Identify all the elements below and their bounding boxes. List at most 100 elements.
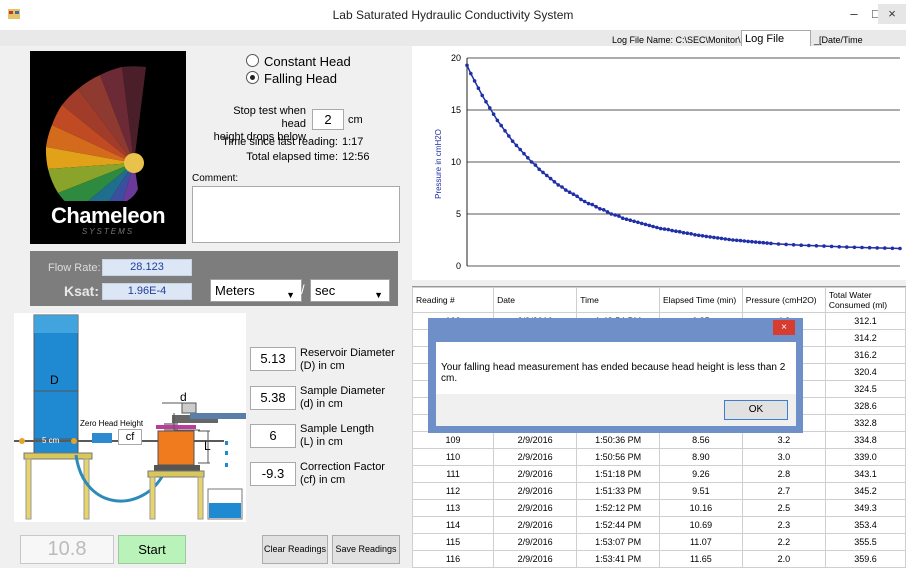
param-label-unit: (D) in cm bbox=[300, 360, 345, 372]
table-cell: 9.51 bbox=[658, 482, 743, 500]
sample-length-label-text: Sample Length (L) in cm bbox=[300, 423, 374, 449]
table-row[interactable]: 115 2/9/2016 1:53:07 PM 11.07 2.2 355.5 bbox=[411, 533, 906, 551]
chevron-down-icon: ▼ bbox=[374, 290, 383, 300]
unit-slash: / bbox=[301, 282, 305, 297]
table-row[interactable]: 110 2/9/2016 1:50:56 PM 8.90 3.0 339.0 bbox=[411, 448, 906, 466]
data-point bbox=[867, 245, 872, 250]
column-header[interactable]: Time bbox=[576, 287, 660, 313]
sample-d-label: d bbox=[180, 390, 187, 404]
data-point bbox=[526, 156, 530, 160]
data-point bbox=[784, 242, 788, 247]
table-cell: 355.5 bbox=[824, 533, 906, 551]
time-unit-select[interactable]: sec ▼ bbox=[310, 279, 390, 302]
table-row[interactable]: 112 2/9/2016 1:51:33 PM 9.51 2.7 345.2 bbox=[411, 482, 906, 500]
column-header[interactable]: Total Water Consumed (ml) bbox=[824, 287, 906, 313]
data-point bbox=[529, 160, 534, 164]
data-point bbox=[556, 183, 560, 187]
table-cell: 3.0 bbox=[741, 448, 826, 466]
dialog-body: Your falling head measurement has ended … bbox=[436, 342, 796, 394]
data-point bbox=[731, 238, 735, 242]
save-readings-button[interactable]: Save Readings bbox=[332, 535, 400, 564]
title-bar: Lab Saturated Hydraulic Conductivity Sys… bbox=[0, 0, 906, 30]
data-point bbox=[837, 245, 841, 249]
data-point bbox=[541, 170, 545, 175]
table-cell: 8.90 bbox=[658, 448, 743, 466]
data-point bbox=[647, 223, 652, 228]
data-point bbox=[594, 204, 598, 209]
time-unit-value: sec bbox=[315, 283, 336, 298]
data-point bbox=[742, 239, 747, 243]
flow-rate-value: 28.123 bbox=[102, 259, 192, 276]
data-point bbox=[533, 163, 538, 167]
data-point bbox=[617, 214, 621, 218]
five-cm-label: 5 cm bbox=[42, 436, 60, 445]
falling-head-radio[interactable]: Falling Head bbox=[246, 71, 337, 86]
close-button[interactable]: × bbox=[878, 4, 906, 24]
start-button[interactable]: Start bbox=[118, 535, 186, 564]
column-header[interactable]: Pressure (cmH2O) bbox=[741, 287, 826, 313]
table-cell: 324.5 bbox=[824, 380, 906, 398]
column-header[interactable]: Reading # bbox=[411, 287, 495, 313]
data-point bbox=[662, 227, 667, 231]
comment-textarea[interactable] bbox=[192, 186, 400, 243]
data-point bbox=[564, 188, 568, 192]
dialog-close-button[interactable]: × bbox=[773, 320, 795, 335]
table-row[interactable]: 111 2/9/2016 1:51:18 PM 9.26 2.8 343.1 bbox=[411, 465, 906, 483]
chevron-down-icon: ▼ bbox=[286, 290, 295, 300]
data-point bbox=[822, 244, 826, 248]
data-point bbox=[507, 134, 511, 138]
data-point bbox=[503, 129, 507, 133]
data-point bbox=[651, 224, 655, 229]
data-point bbox=[465, 63, 469, 68]
correction-factor-input[interactable]: -9.3 bbox=[250, 462, 296, 486]
table-cell: 314.2 bbox=[824, 329, 906, 347]
data-point bbox=[469, 71, 473, 76]
table-cell: 9.26 bbox=[658, 465, 743, 483]
table-row[interactable]: 113 2/9/2016 1:52:12 PM 10.16 2.5 349.3 bbox=[411, 499, 906, 517]
ksat-value: 1.96E-4 bbox=[102, 283, 192, 300]
cf-box: cf bbox=[118, 429, 142, 445]
table-cell: 11.07 bbox=[658, 533, 743, 551]
reservoir-diameter-input[interactable]: 5.13 bbox=[250, 347, 296, 371]
param-label-unit: (cf) in cm bbox=[300, 474, 346, 486]
table-cell: 2/9/2016 bbox=[493, 448, 578, 466]
sample-diameter-input[interactable]: 5.38 bbox=[250, 386, 296, 410]
data-point bbox=[598, 207, 602, 211]
y-tick-label: 0 bbox=[456, 261, 461, 271]
length-unit-value: Meters bbox=[215, 283, 255, 298]
data-point bbox=[685, 231, 690, 235]
sample-length-input[interactable]: 6 bbox=[250, 424, 296, 448]
data-point bbox=[499, 123, 503, 128]
data-point bbox=[620, 216, 625, 220]
y-tick-label: 5 bbox=[456, 209, 461, 219]
data-point bbox=[639, 221, 644, 226]
table-cell: 109 bbox=[411, 431, 495, 449]
data-point bbox=[514, 143, 519, 148]
reservoir-diameter-label: Reservoir Diameter (D) in cm bbox=[300, 347, 395, 373]
table-cell: 114 bbox=[411, 516, 495, 534]
y-tick-label: 10 bbox=[451, 157, 461, 167]
column-header[interactable]: Elapsed Time (min) bbox=[658, 287, 743, 313]
table-row[interactable]: 116 2/9/2016 1:53:41 PM 11.65 2.0 359.6 bbox=[411, 550, 906, 568]
apparatus-diagram: D d Zero Head Height cf L 5 cm bbox=[14, 313, 246, 522]
sample-length-label: L bbox=[204, 439, 211, 453]
data-point bbox=[666, 227, 671, 232]
table-cell: 113 bbox=[411, 499, 495, 517]
data-point bbox=[898, 246, 902, 251]
data-point bbox=[522, 151, 526, 156]
table-row[interactable]: 109 2/9/2016 1:50:36 PM 8.56 3.2 334.8 bbox=[411, 431, 906, 449]
ok-button[interactable]: OK bbox=[724, 400, 788, 420]
length-unit-select[interactable]: Meters ▼ bbox=[210, 279, 302, 302]
param-label-main: Sample Diameter bbox=[300, 385, 385, 397]
clear-readings-button[interactable]: Clear Readings bbox=[262, 535, 328, 564]
constant-head-radio[interactable]: Constant Head bbox=[246, 54, 351, 69]
stop-height-input[interactable]: 2 bbox=[312, 109, 344, 130]
column-header[interactable]: Date bbox=[493, 287, 578, 313]
data-point bbox=[769, 241, 773, 246]
apparatus-illustration bbox=[14, 314, 246, 520]
table-cell: 10.16 bbox=[658, 499, 743, 517]
table-cell: 3.2 bbox=[741, 431, 826, 449]
table-row[interactable]: 114 2/9/2016 1:52:44 PM 10.69 2.3 353.4 bbox=[411, 516, 906, 534]
data-point bbox=[852, 245, 857, 250]
data-point bbox=[875, 246, 879, 250]
